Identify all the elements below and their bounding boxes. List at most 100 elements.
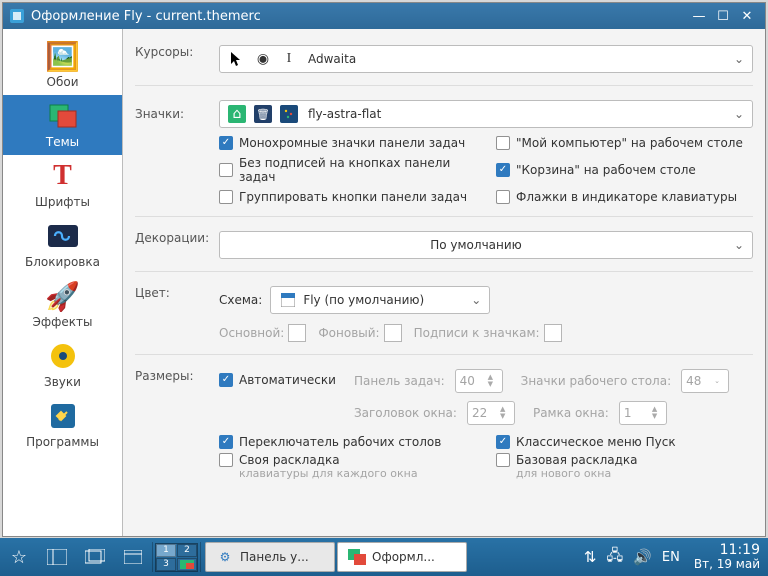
- decorations-label: Декорации:: [135, 231, 219, 245]
- keyboard-layout-indicator[interactable]: EN: [662, 550, 680, 565]
- titlebar[interactable]: Оформление Fly - current.themerc — ☐ ✕: [3, 3, 765, 29]
- minimize-button[interactable]: —: [687, 6, 711, 26]
- themes-icon: [348, 548, 366, 566]
- task-appearance[interactable]: Оформл...: [337, 542, 467, 572]
- wallpaper-icon: 🖼️: [45, 41, 80, 71]
- sounds-icon: [49, 341, 77, 371]
- sidebar-item-label: Программы: [26, 435, 99, 449]
- system-tray: ⇅ 🖧 🔊 EN 11:19 Вт, 19 май: [576, 538, 768, 576]
- sidebar-item-label: Шрифты: [35, 195, 90, 209]
- clock-time: 11:19: [720, 543, 760, 558]
- sidebar-item-themes[interactable]: Темы: [3, 95, 122, 155]
- workspace-pager[interactable]: 1 2 3: [153, 538, 200, 576]
- check-base-layout[interactable]: Базовая раскладка: [496, 453, 753, 467]
- check-own-layout-sub: клавиатуры для каждого окна: [239, 467, 476, 480]
- filemanager-button[interactable]: [38, 538, 76, 576]
- decorations-row: Декорации: По умолчанию ⌄: [135, 225, 753, 272]
- check-no-captions-taskbar[interactable]: Без подписей на кнопках панели задач: [219, 156, 476, 184]
- clock[interactable]: 11:19 Вт, 19 май: [694, 543, 760, 572]
- task-control-panel[interactable]: ⚙ Панель у...: [205, 542, 335, 572]
- chevron-down-icon: ⌄: [734, 238, 744, 252]
- sidebar-item-label: Обои: [47, 75, 79, 89]
- sidebar-item-sounds[interactable]: Звуки: [3, 335, 122, 395]
- sidebar-item-label: Звуки: [44, 375, 81, 389]
- workspace-2[interactable]: 2: [177, 544, 197, 557]
- taskbar: ☆ 1 2 3 ⚙ Панель у... Оформл...: [0, 538, 768, 576]
- sidebar-item-programs[interactable]: Программы: [3, 395, 122, 455]
- icons-label: Значки:: [135, 107, 219, 121]
- window-title-size-label: Заголовок окна:: [354, 406, 457, 420]
- usb-icon[interactable]: ⇅: [584, 548, 597, 566]
- window-border-size-label: Рамка окна:: [533, 406, 609, 420]
- sidebar-item-label: Темы: [46, 135, 79, 149]
- themes-icon: [48, 101, 78, 131]
- check-keyboard-flags[interactable]: Флажки в индикаторе клавиатуры: [496, 190, 753, 204]
- desktop-icons-size-label: Значки рабочего стола:: [521, 374, 672, 388]
- app-window: Оформление Fly - current.themerc — ☐ ✕ 🖼…: [2, 2, 766, 537]
- sidebar-item-lock[interactable]: Блокировка: [3, 215, 122, 275]
- decorations-combo[interactable]: По умолчанию ⌄: [219, 231, 753, 259]
- desktop-icons-size-spin[interactable]: 48⌄: [681, 369, 729, 393]
- clock-date: Вт, 19 май: [694, 558, 760, 571]
- check-workspace-switcher[interactable]: Переключатель рабочих столов: [219, 435, 476, 449]
- sidebar-item-wallpaper[interactable]: 🖼️ Обои: [3, 35, 122, 95]
- lock-icon: [48, 221, 78, 251]
- programs-icon: [49, 401, 77, 431]
- sidebar-item-label: Эффекты: [33, 315, 93, 329]
- sidebar-item-effects[interactable]: 🚀 Эффекты: [3, 275, 122, 335]
- check-group-taskbar[interactable]: Группировать кнопки панели задач: [219, 190, 476, 204]
- cursors-row: Курсоры: ◉ I Adwaita ⌄: [135, 39, 753, 86]
- window-title-size-spin[interactable]: 22▲▼: [467, 401, 515, 425]
- home-icon: ⌂: [228, 105, 246, 123]
- cursor-busy-icon: ◉: [254, 50, 272, 68]
- start-button[interactable]: ☆: [0, 538, 38, 576]
- workspace-3[interactable]: 3: [156, 558, 176, 571]
- primary-color-swatch[interactable]: [288, 324, 306, 342]
- fonts-icon: T: [53, 161, 72, 191]
- sidebar-item-fonts[interactable]: T Шрифты: [3, 155, 122, 215]
- desktop-icon: [280, 105, 298, 123]
- scheme-label: Схема:: [219, 293, 262, 307]
- sidebar-item-label: Блокировка: [25, 255, 100, 269]
- check-mycomputer-desktop[interactable]: "Мой компьютер" на рабочем столе: [496, 136, 753, 150]
- primary-color-label: Основной:: [219, 326, 284, 340]
- check-auto-sizes[interactable]: Автоматически: [219, 373, 336, 387]
- check-base-layout-sub: для нового окна: [516, 467, 753, 480]
- window-border-size-spin[interactable]: 1▲▼: [619, 401, 667, 425]
- check-own-layout[interactable]: Своя раскладка: [219, 453, 476, 467]
- icons-value: fly-astra-flat: [308, 107, 381, 121]
- scheme-value: Fly (по умолчанию): [303, 293, 424, 307]
- caption-color-swatch[interactable]: [544, 324, 562, 342]
- sizes-row: Размеры: Автоматически Панель задач: 40▲…: [135, 363, 753, 486]
- taskbar-size-label: Панель задач:: [354, 374, 445, 388]
- app-icon: [9, 8, 25, 24]
- workspace-4[interactable]: [177, 558, 197, 571]
- show-desktop-button[interactable]: [76, 538, 114, 576]
- scheme-combo[interactable]: Fly (по умолчанию) ⌄: [270, 286, 490, 314]
- scheme-icon: [279, 291, 297, 309]
- color-label: Цвет:: [135, 286, 219, 300]
- trash-icon: 🗑: [254, 105, 272, 123]
- effects-icon: 🚀: [45, 281, 80, 311]
- close-button[interactable]: ✕: [735, 6, 759, 26]
- background-color-label: Фоновый:: [318, 326, 379, 340]
- check-mono-taskbar-icons[interactable]: Монохромные значки панели задач: [219, 136, 476, 150]
- task-label: Оформл...: [372, 550, 435, 564]
- sizes-label: Размеры:: [135, 369, 219, 383]
- cursors-value: Adwaita: [308, 52, 356, 66]
- color-row: Цвет: Схема: Fly (по умолчанию) ⌄: [135, 280, 753, 355]
- gear-icon: ⚙: [216, 548, 234, 566]
- network-icon[interactable]: 🖧: [606, 545, 623, 570]
- workspace-1[interactable]: 1: [156, 544, 176, 557]
- windows-button[interactable]: [114, 538, 152, 576]
- icons-combo[interactable]: ⌂ 🗑 fly-astra-flat ⌄: [219, 100, 753, 128]
- window-title: Оформление Fly - current.themerc: [31, 9, 261, 24]
- volume-icon[interactable]: 🔊: [633, 548, 652, 566]
- check-classic-start[interactable]: Классическое меню Пуск: [496, 435, 753, 449]
- cursors-combo[interactable]: ◉ I Adwaita ⌄: [219, 45, 753, 73]
- taskbar-size-spin[interactable]: 40▲▼: [455, 369, 503, 393]
- icons-row: Значки: ⌂ 🗑 fly-astra-flat ⌄: [135, 94, 753, 217]
- check-trash-desktop[interactable]: "Корзина" на рабочем столе: [496, 156, 753, 184]
- background-color-swatch[interactable]: [384, 324, 402, 342]
- maximize-button[interactable]: ☐: [711, 6, 735, 26]
